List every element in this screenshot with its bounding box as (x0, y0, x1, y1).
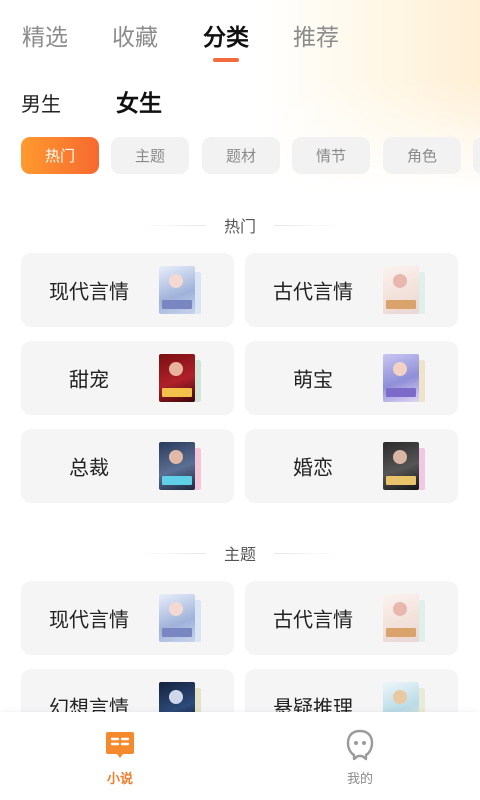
divider-line (141, 224, 206, 226)
book-cover-icon (159, 354, 201, 402)
section-title: 热门 (223, 217, 256, 236)
nav-novel-label: 小说 (106, 772, 133, 787)
book-cover-icon (383, 594, 425, 642)
bottom-navigation: 小说 我的 (0, 712, 480, 800)
gender-switch: 男生 女生 (0, 84, 480, 118)
category-label: 古代言情 (273, 607, 353, 632)
gender-male-option[interactable]: 男生 (21, 88, 61, 117)
category-card[interactable]: 总裁 (21, 429, 234, 503)
book-icon (106, 732, 134, 758)
book-cover-icon (159, 594, 201, 642)
active-tab-indicator (213, 58, 239, 62)
category-label: 古代言情 (273, 279, 353, 304)
nav-mine-label: 我的 (346, 772, 373, 787)
book-cover-icon (159, 266, 201, 314)
category-card[interactable]: 古代言情 (245, 253, 458, 327)
category-page: 精选 收藏 分类 推荐 男生 女生 热门 主题 题材 情节 角色 热门 现代言情 (0, 0, 480, 800)
category-label: 现代言情 (49, 279, 129, 304)
book-cover-icon (383, 442, 425, 490)
section-header-theme: 主题 (0, 541, 480, 565)
tab-featured[interactable]: 精选 (22, 18, 68, 52)
category-label: 现代言情 (49, 607, 129, 632)
top-tab-bar: 精选 收藏 分类 推荐 (0, 18, 480, 66)
category-label: 婚恋 (293, 455, 333, 480)
book-cover-icon (383, 266, 425, 314)
category-card[interactable]: 婚恋 (245, 429, 458, 503)
category-card[interactable]: 萌宝 (245, 341, 458, 415)
chip-plot[interactable]: 情节 (292, 137, 370, 174)
divider-line (141, 552, 206, 554)
category-label: 总裁 (69, 455, 109, 480)
nav-mine[interactable]: 我的 (300, 712, 420, 800)
nav-novel[interactable]: 小说 (60, 712, 180, 800)
tab-categories[interactable]: 分类 (203, 18, 249, 52)
category-label: 甜宠 (69, 367, 109, 392)
divider-line (274, 224, 338, 226)
chip-hot[interactable]: 热门 (21, 137, 99, 174)
chip-subject[interactable]: 题材 (202, 137, 280, 174)
category-card[interactable]: 甜宠 (21, 341, 234, 415)
filter-chip-row: 热门 主题 题材 情节 角色 (0, 137, 480, 175)
section-header-hot: 热门 (0, 213, 480, 237)
tab-recommend[interactable]: 推荐 (293, 18, 339, 52)
divider-line (274, 552, 338, 554)
chip-more[interactable] (473, 137, 480, 174)
gender-female-option[interactable]: 女生 (116, 84, 162, 118)
tab-favorites[interactable]: 收藏 (112, 18, 158, 52)
chip-theme[interactable]: 主题 (111, 137, 189, 174)
book-cover-icon (383, 354, 425, 402)
category-label: 萌宝 (293, 367, 333, 392)
section-title: 主题 (223, 545, 256, 564)
category-card[interactable]: 现代言情 (21, 253, 234, 327)
book-cover-icon (159, 442, 201, 490)
chip-role[interactable]: 角色 (383, 137, 461, 174)
category-card[interactable]: 现代言情 (21, 581, 234, 655)
category-card[interactable]: 古代言情 (245, 581, 458, 655)
profile-icon (346, 729, 374, 761)
